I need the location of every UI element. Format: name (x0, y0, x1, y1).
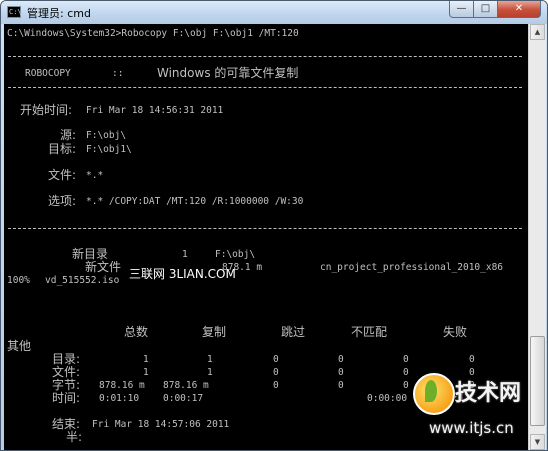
maximize-button[interactable]: □ (474, 1, 498, 18)
row-label-dirs: 目录: (52, 352, 81, 366)
source-label: 源: (60, 128, 77, 142)
end-time-label: 结束: (52, 417, 81, 431)
start-time-label: 开始时间: (20, 103, 73, 117)
logo-text: 技术网 (455, 381, 522, 406)
table-cell: 0:01:10 (99, 393, 140, 404)
table-cell: 0 (469, 354, 475, 365)
table-cell: 0 (338, 367, 344, 378)
window-title: 管理员: cmd (27, 7, 91, 20)
scroll-up-arrow-icon[interactable]: ▲ (530, 24, 545, 40)
table-cell: 0 (338, 380, 344, 391)
new-dir-label: 新目录 (72, 247, 109, 261)
table-cell: 0 (403, 354, 409, 365)
col-header-skipped: 跳过 (281, 325, 306, 339)
header-robocopy: ROBOCOPY (25, 68, 71, 79)
dest-value: F:\obj1\ (86, 144, 132, 155)
table-cell: 1 (207, 354, 213, 365)
col-header-total: 总数 (124, 325, 149, 339)
col-header-mismatch: 不匹配 (351, 325, 388, 339)
col-header-failed: 失败 (443, 325, 468, 339)
start-time-value: Fri Mar 18 14:56:31 2011 (86, 105, 224, 116)
end-time-value: Fri Mar 18 14:57:06 2011 (92, 419, 230, 430)
logo-url: www.itjs.cn (429, 419, 514, 437)
row-label-files: 文件: (52, 365, 81, 379)
command-line: C:\Windows\System32>Robocopy F:\obj F:\o… (7, 28, 299, 39)
minimize-button[interactable]: — (449, 1, 474, 18)
cmd-app-icon[interactable]: C:\ (7, 6, 22, 18)
progress-percent: 100% (7, 275, 30, 286)
col-header-extras: 其他 (7, 339, 32, 353)
table-cell: 0 (273, 354, 279, 365)
row-label-bytes: 字节: (52, 378, 81, 392)
source-value: F:\obj\ (86, 130, 127, 141)
separator-line (8, 87, 522, 88)
table-cell: 1 (207, 367, 213, 378)
table-cell: 878.16 m (99, 380, 145, 391)
new-dir-path: F:\obj\ (215, 249, 256, 260)
partial-label: 半: (66, 430, 83, 444)
table-cell: 878.16 m (163, 380, 209, 391)
new-file-label: 新文件 (85, 260, 122, 274)
table-cell: 0 (403, 367, 409, 378)
options-label: 选项: (48, 194, 77, 208)
files-label: 文件: (48, 168, 77, 182)
site-logo-watermark: 技术网 www.itjs.cn (411, 371, 547, 449)
new-file-name: cn_project_professional_2010_x86 (320, 262, 504, 273)
app-icon-glyph: C:\ (9, 8, 22, 16)
table-cell: 0 (338, 354, 344, 365)
new-file-name-cont: vd_515552.iso (45, 275, 120, 286)
table-cell: 1 (143, 354, 149, 365)
table-cell: 0 (273, 380, 279, 391)
files-value: *.* (86, 170, 104, 181)
options-value: *.* /COPY:DAT /MT:120 /R:1000000 /W:30 (86, 196, 304, 207)
row-label-times: 时间: (52, 391, 81, 405)
header-separator: :: (112, 68, 124, 79)
title-bar[interactable]: C:\ 管理员: cmd — □ ✕ (1, 1, 547, 24)
col-header-copied: 复制 (202, 325, 227, 339)
close-button[interactable]: ✕ (498, 1, 541, 18)
separator-line (8, 228, 522, 229)
separator-line (8, 56, 522, 57)
new-dir-count: 1 (182, 249, 188, 260)
leaf-icon (425, 380, 437, 402)
table-cell: 0:00:17 (163, 393, 204, 404)
table-cell: 0 (403, 380, 409, 391)
cmd-window: C:\ 管理员: cmd — □ ✕ C:\Windows\System32>R… (0, 0, 548, 451)
table-cell: 0:00:00 (367, 393, 408, 404)
dest-label: 目标: (48, 142, 77, 156)
table-cell: 0 (273, 367, 279, 378)
window-controls: — □ ✕ (449, 1, 541, 18)
watermark-3lian: 三联网 3LIAN.COM (129, 267, 236, 281)
header-title: Windows 的可靠文件复制 (157, 66, 299, 80)
table-cell: 1 (143, 367, 149, 378)
